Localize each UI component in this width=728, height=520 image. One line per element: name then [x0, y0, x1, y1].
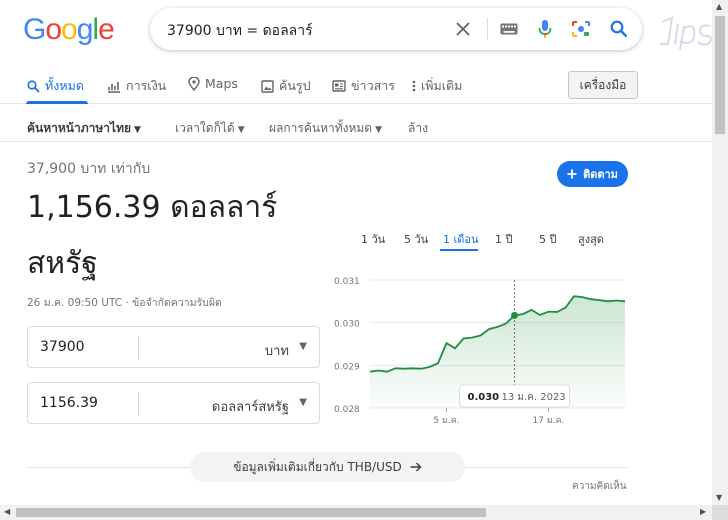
- vertical-scroll-thumb[interactable]: [715, 16, 725, 134]
- active-range-indicator: [440, 249, 478, 251]
- browser-frame: Google 37900 บาท = ดอลลาร์ ทั้งหมด การเง…: [0, 0, 728, 520]
- map-pin-icon: [188, 76, 200, 91]
- from-amount-input[interactable]: 37900: [40, 339, 85, 355]
- y-tick-label: 0.030: [334, 320, 360, 330]
- more-info-button[interactable]: ข้อมูลเพิ่มเติมเกี่ยวกับ THB/USD: [190, 452, 465, 482]
- horizontal-scrollbar[interactable]: ◀ ▶: [0, 505, 712, 520]
- search-filters: ค้นหาหน้าภาษาไทย ▼ เวลาใดก็ได้ ▼ ผลการค้นห…: [0, 113, 712, 141]
- finance-icon: [108, 81, 120, 93]
- clear-icon[interactable]: [452, 18, 474, 40]
- scrollbar-corner: [712, 505, 728, 520]
- search-tabs: ทั้งหมด การเงิน Maps ค้นรูป ข่าวสาร เพิ่…: [0, 70, 712, 104]
- search-icon: [27, 79, 40, 93]
- conversion-source: 37,900 บาท เท่ากับ: [27, 161, 151, 177]
- logo-letter: G: [23, 13, 46, 46]
- filter-clear[interactable]: ล้าง: [408, 119, 428, 138]
- scroll-up-icon[interactable]: ▲: [716, 2, 722, 11]
- x-tick-label: 5 ม.ค.: [433, 416, 459, 426]
- from-currency-row: 37900 บาท ▼: [27, 326, 320, 368]
- active-tab-indicator: [26, 101, 88, 104]
- range-1y[interactable]: 1 ปี: [495, 230, 512, 248]
- arrow-right-icon: [410, 462, 422, 472]
- tab-maps[interactable]: Maps: [188, 76, 238, 91]
- tab-label: ค้นรูป: [279, 78, 311, 93]
- caret-down-icon[interactable]: ▼: [299, 341, 307, 352]
- tab-label: เพิ่มเติม: [421, 78, 463, 93]
- filter-divider: [0, 141, 712, 142]
- rate-timestamp[interactable]: 26 ม.ค. 09:50 UTC · ข้อจำกัดความรับผิด: [27, 294, 222, 311]
- to-amount-input[interactable]: 1156.39: [40, 395, 98, 411]
- camera-search-icon[interactable]: [570, 18, 592, 40]
- tab-label: Maps: [205, 76, 238, 91]
- logo-letter: g: [76, 13, 94, 46]
- tab-label: ทั้งหมด: [45, 78, 84, 93]
- filter-language[interactable]: ค้นหาหน้าภาษาไทย ▼: [27, 119, 141, 138]
- caret-down-icon: ▼: [375, 125, 383, 135]
- filter-time[interactable]: เวลาใดก็ได้ ▼: [175, 119, 245, 138]
- plus-icon: [567, 169, 577, 179]
- to-currency-row: 1156.39 ดอลลาร์สหรัฐ ▼: [27, 382, 320, 424]
- image-icon: [261, 79, 274, 93]
- more-vert-icon: [412, 80, 416, 92]
- horizontal-scroll-thumb[interactable]: [16, 508, 486, 517]
- news-icon: [332, 80, 346, 92]
- field-divider: [138, 392, 139, 416]
- x-tick-label: 17 ม.ค.: [533, 416, 565, 426]
- range-5d[interactable]: 5 วัน: [404, 230, 428, 248]
- microphone-icon[interactable]: [534, 18, 556, 40]
- y-tick-label: 0.028: [334, 405, 360, 415]
- tools-button[interactable]: เครื่องมือ: [568, 71, 638, 99]
- from-currency-select[interactable]: บาท: [265, 340, 289, 361]
- tab-finance[interactable]: การเงิน: [107, 76, 166, 96]
- range-max[interactable]: สูงสุด: [578, 230, 604, 248]
- more-info-label: ข้อมูลเพิ่มเติมเกี่ยวกับ THB/USD: [233, 459, 402, 474]
- search-icon[interactable]: [608, 18, 630, 40]
- follow-button[interactable]: ติดตาม: [557, 161, 628, 187]
- follow-label: ติดตาม: [583, 168, 618, 181]
- range-5y[interactable]: 5 ปี: [539, 230, 556, 248]
- filter-label: ผลการค้นหาทั้งหมด: [269, 121, 373, 135]
- tab-more[interactable]: เพิ่มเติม: [412, 76, 462, 96]
- hover-point: [511, 311, 518, 319]
- field-divider: [138, 336, 139, 360]
- range-1m[interactable]: 1 เดือน: [443, 230, 479, 248]
- y-tick-label: 0.031: [334, 277, 360, 287]
- scroll-down-icon[interactable]: ▼: [716, 493, 722, 502]
- google-logo[interactable]: Google: [23, 13, 115, 47]
- filter-label: เวลาใดก็ได้: [175, 121, 235, 135]
- keyboard-icon[interactable]: [498, 18, 520, 40]
- caret-down-icon: ▼: [134, 125, 141, 135]
- search-divider: [487, 18, 488, 40]
- caret-down-icon[interactable]: ▼: [299, 397, 307, 408]
- search-input[interactable]: 37900 บาท = ดอลลาร์: [167, 20, 313, 42]
- caret-down-icon: ▼: [237, 125, 245, 135]
- search-box[interactable]: 37900 บาท = ดอลลาร์: [150, 8, 642, 50]
- logo-letter: o: [61, 13, 78, 46]
- range-1d[interactable]: 1 วัน: [361, 230, 385, 248]
- tab-images[interactable]: ค้นรูป: [261, 76, 311, 96]
- tab-news[interactable]: ข่าวสาร: [332, 76, 395, 96]
- vertical-scrollbar[interactable]: ▲ ▼: [712, 0, 728, 505]
- to-currency-select[interactable]: ดอลลาร์สหรัฐ: [212, 396, 289, 417]
- logo-letter: e: [98, 13, 115, 46]
- scroll-right-icon[interactable]: ▶: [700, 507, 706, 516]
- conversion-result: 1,156.39 ดอลลาร์: [27, 190, 278, 225]
- conversion-result-unit: สหรัฐ: [27, 246, 98, 281]
- logo-letter: o: [45, 13, 62, 46]
- tab-label: การเงิน: [126, 78, 167, 93]
- filter-label: ค้นหาหน้าภาษาไทย: [27, 121, 132, 135]
- y-tick-label: 0.029: [334, 362, 360, 372]
- tooltip-value: 0.030: [468, 392, 500, 403]
- exchange-rate-chart[interactable]: 0.0310.0300.0290.0285 ม.ค. 17 ม.ค.0.030 13…: [330, 268, 630, 430]
- scroll-left-icon[interactable]: ◀: [4, 507, 10, 516]
- tab-label: ข่าวสาร: [351, 78, 395, 93]
- tooltip-date: 13 ม.ค. 2023: [502, 392, 566, 403]
- feedback-link[interactable]: ความคิดเห็น: [572, 479, 627, 494]
- filter-results[interactable]: ผลการค้นหาทั้งหมด ▼: [269, 119, 382, 138]
- tab-all[interactable]: ทั้งหมด: [27, 76, 84, 96]
